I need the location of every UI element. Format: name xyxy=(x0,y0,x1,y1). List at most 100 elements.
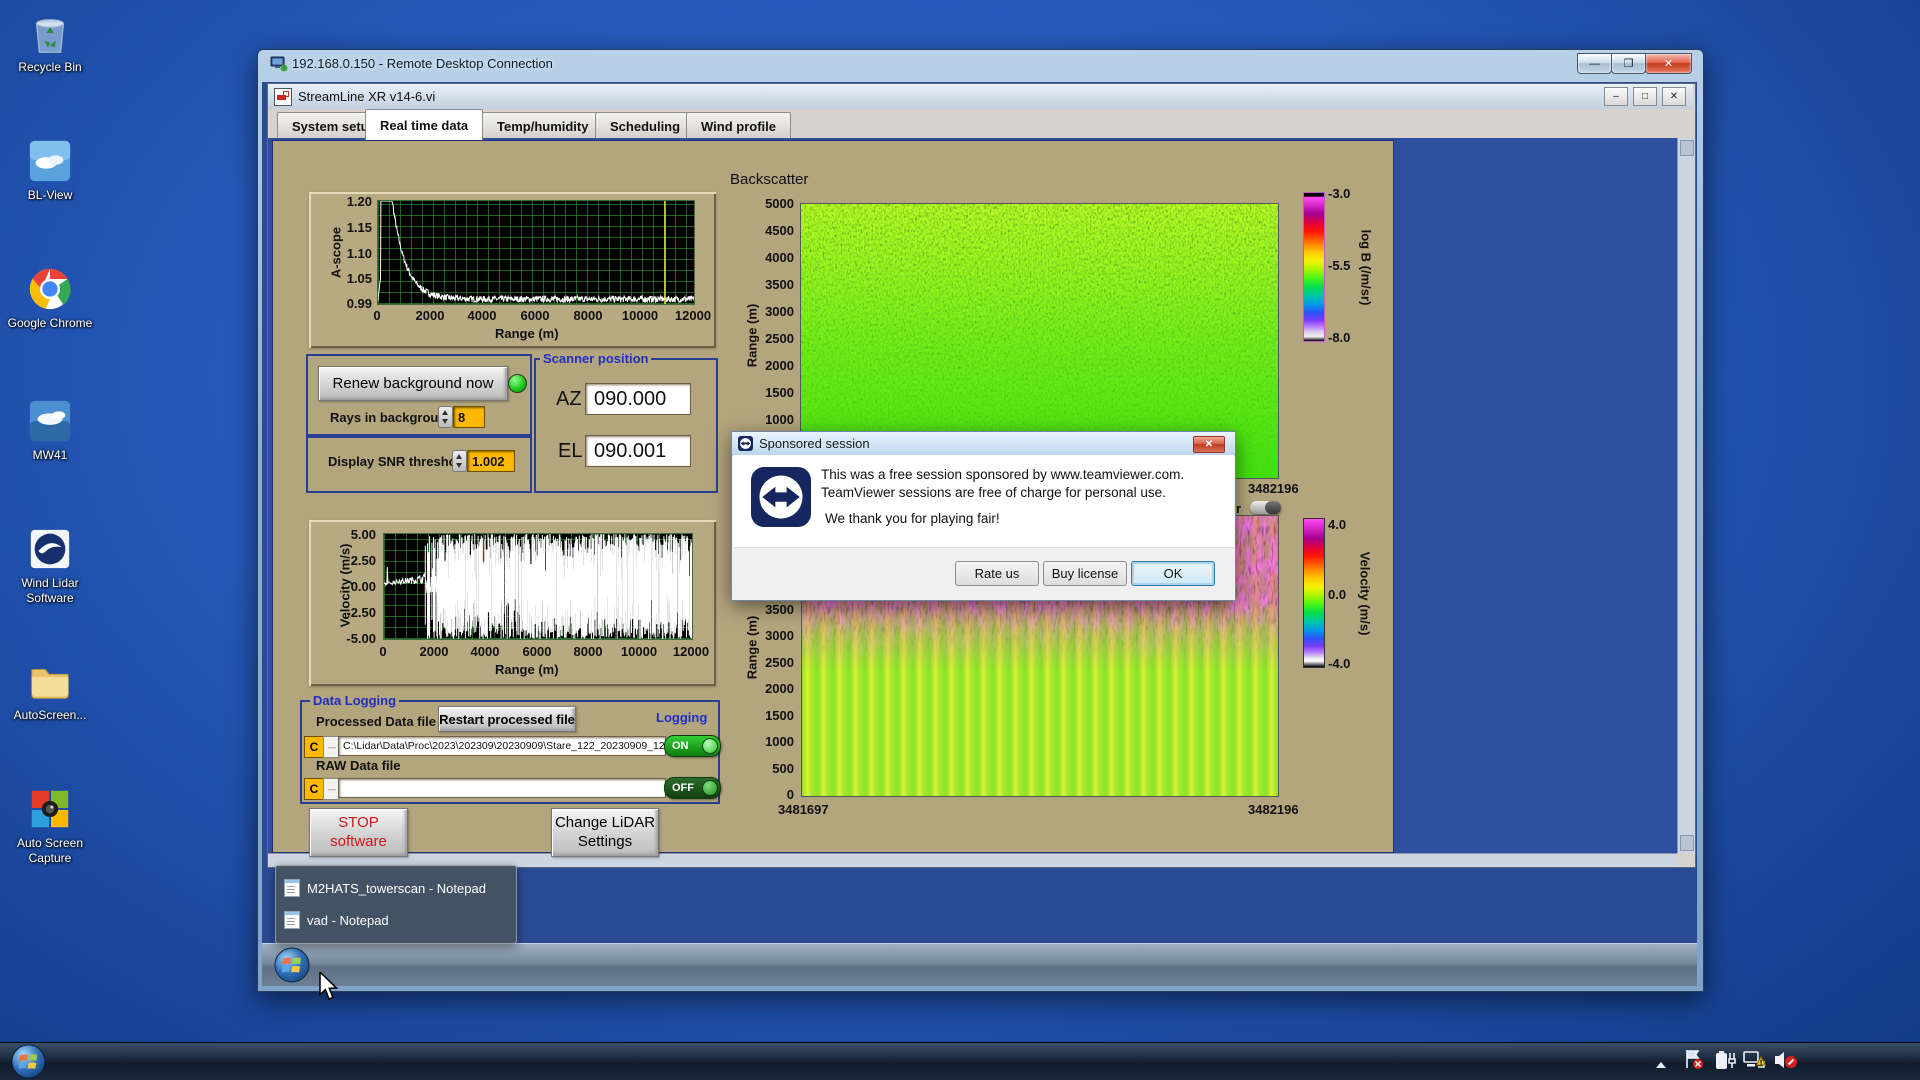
taskbar-preview-popup: M2HATS_towerscan - Notepad vad - Notepad xyxy=(275,865,517,944)
bs-x-right-label: 3482196 xyxy=(1248,481,1299,496)
desktop-icon-recycle-bin[interactable]: Recycle Bin xyxy=(4,10,96,75)
stop-software-button[interactable]: STOP software xyxy=(309,808,408,857)
ascope-ylabel: A-scope xyxy=(328,226,344,279)
desktop-icon-bl-view[interactable]: BL-View xyxy=(4,138,96,203)
bs-cbar-tick: -8.0 xyxy=(1328,330,1351,345)
remote-start-button[interactable] xyxy=(273,946,311,984)
backscatter-title: Backscatter xyxy=(730,171,809,188)
snr-value-field[interactable]: 1.002 xyxy=(467,450,515,472)
rays-value-field[interactable]: 8 xyxy=(453,406,485,428)
desktop-icon-google-chrome[interactable]: Google Chrome xyxy=(4,266,96,331)
vm-x-right-label: 3482196 xyxy=(1248,802,1299,817)
desktop-icon-wind-lidar[interactable]: Wind Lidar Software xyxy=(4,526,96,606)
processed-path-field[interactable]: C:\Lidar\Data\Proc\2023\202309\20230909\… xyxy=(338,736,666,756)
ascope-xlabel: Range (m) xyxy=(495,326,559,341)
host-tray-battery-icon[interactable] xyxy=(1713,1049,1737,1076)
rate-us-button[interactable]: Rate us xyxy=(955,561,1039,586)
app-close-button[interactable]: ✕ xyxy=(1662,87,1686,106)
popup-item-vad[interactable]: vad - Notepad xyxy=(284,911,389,929)
host-taskbar xyxy=(0,1042,1920,1080)
processed-drive-button[interactable]: C xyxy=(304,736,324,758)
tab-real-time-data[interactable]: Real time data xyxy=(365,109,484,140)
buy-license-button[interactable]: Buy license xyxy=(1043,561,1127,586)
app-window-title: StreamLine XR v14-6.vi xyxy=(298,89,436,104)
host-tray-volume-muted-icon[interactable] xyxy=(1773,1049,1799,1076)
vm-cbar-tick: 0.0 xyxy=(1328,587,1347,602)
el-value-field[interactable]: 090.001 xyxy=(585,435,691,467)
bs-ytick: 5000 xyxy=(765,196,794,211)
vm-cbar-label: Velocity (m/s) xyxy=(1357,551,1373,636)
tab-wind-profile[interactable]: Wind profile xyxy=(686,112,791,139)
dialog-close-button[interactable]: ✕ xyxy=(1193,436,1225,453)
scanner-position-title: Scanner position xyxy=(540,351,652,366)
renew-led-indicator xyxy=(508,374,527,393)
desktop-icon-autoscreen-folder[interactable]: AutoScreen... xyxy=(4,658,96,723)
rays-in-background-label: Rays in background xyxy=(330,410,455,425)
vm-ytick: 0 xyxy=(786,787,794,802)
screen: Recycle Bin BL-View Google Chrome MW41 W… xyxy=(0,0,1920,1080)
tab-scheduling[interactable]: Scheduling xyxy=(595,112,696,139)
renew-background-button[interactable]: Renew background now xyxy=(318,366,508,401)
bs-ytick: 4000 xyxy=(765,250,794,265)
raw-path-field[interactable] xyxy=(338,778,666,798)
rdp-close-button[interactable]: ✕ xyxy=(1645,53,1692,74)
raw-drive-button[interactable]: C xyxy=(304,778,324,800)
bs-cbar-label: log B (/m/sr) xyxy=(1358,229,1374,306)
desktop-icon-auto-screen-capture[interactable]: Auto Screen Capture xyxy=(4,786,96,866)
chrome-icon xyxy=(29,268,71,310)
rays-spinner[interactable] xyxy=(438,406,453,428)
rdp-maximize-button[interactable]: ❒ xyxy=(1611,53,1646,74)
logging-label: Logging xyxy=(656,710,708,725)
restart-processed-file-button[interactable]: Restart processed file xyxy=(438,706,576,732)
processed-browse-button[interactable]: ᠁ xyxy=(323,736,339,758)
raw-logging-toggle[interactable]: OFF xyxy=(664,777,721,799)
recycle-bin-icon xyxy=(35,19,65,53)
velplot-xtick: 8000 xyxy=(573,644,603,659)
host-tray-chevron[interactable] xyxy=(1655,1056,1667,1074)
rdp-minimize-button[interactable]: — xyxy=(1577,53,1612,74)
velplot-ylabel: Velocity (m/s) xyxy=(337,543,353,628)
teamviewer-small-icon xyxy=(738,436,753,451)
raw-browse-button[interactable]: ᠁ xyxy=(323,778,339,800)
desktop-icon-mw41[interactable]: MW41 xyxy=(4,398,96,463)
teamviewer-logo xyxy=(751,467,811,527)
processed-data-file-label: Processed Data file xyxy=(316,714,436,729)
host-tray-flag-icon[interactable] xyxy=(1684,1049,1704,1076)
az-label: AZ xyxy=(556,388,582,410)
data-logging-title: Data Logging xyxy=(310,693,400,708)
bs-ytick: 1500 xyxy=(765,385,794,400)
app-titlebar: StreamLine XR v14-6.vi xyxy=(268,84,1693,110)
ascope-ytick: 1.20 xyxy=(346,194,372,209)
host-start-button[interactable] xyxy=(10,1043,47,1080)
ascope-xtick: 8000 xyxy=(573,308,603,323)
host-tray-network-icon[interactable] xyxy=(1742,1049,1768,1076)
app-maximize-button[interactable]: □ xyxy=(1633,87,1657,106)
az-value-field[interactable]: 090.000 xyxy=(585,383,691,415)
change-lidar-settings-button[interactable]: Change LiDAR Settings xyxy=(551,808,659,857)
popup-item-m2hats[interactable]: M2HATS_towerscan - Notepad xyxy=(284,879,486,897)
rdp-window-icon xyxy=(270,56,288,72)
processed-logging-toggle[interactable]: ON xyxy=(664,735,721,757)
dialog-text-line1: This was a free session sponsored by www… xyxy=(821,467,1185,482)
app-minimize-button[interactable]: – xyxy=(1604,87,1628,106)
velplot-xtick: 0 xyxy=(379,644,387,659)
bs-ylabel: Range (m) xyxy=(744,303,760,368)
vm-ytick: 500 xyxy=(772,761,794,776)
folder-icon xyxy=(31,669,69,699)
snr-spinner[interactable] xyxy=(452,450,467,472)
vertical-scrollbar[interactable] xyxy=(1677,138,1695,853)
backscatter-colorbar xyxy=(1303,192,1325,342)
dialog-titlebar[interactable]: Sponsored session ✕ xyxy=(732,432,1235,456)
ok-button[interactable]: OK xyxy=(1131,561,1215,586)
rdp-window-title: 192.168.0.150 - Remote Desktop Connectio… xyxy=(292,56,553,71)
bl-view-icon xyxy=(29,140,71,182)
velplot-xtick: 4000 xyxy=(470,644,500,659)
tab-temp-humidity[interactable]: Temp/humidity xyxy=(482,112,604,139)
dialog-text-line2: TeamViewer sessions are free of charge f… xyxy=(821,485,1166,500)
ascope-xtick: 10000 xyxy=(621,308,659,323)
vm-cbar-tick: 4.0 xyxy=(1328,517,1347,532)
velocity-colorbar xyxy=(1303,518,1325,668)
velplot-xtick: 6000 xyxy=(522,644,552,659)
filter-toggle[interactable] xyxy=(1250,501,1281,514)
vm-ylabel: Range (m) xyxy=(744,615,760,680)
